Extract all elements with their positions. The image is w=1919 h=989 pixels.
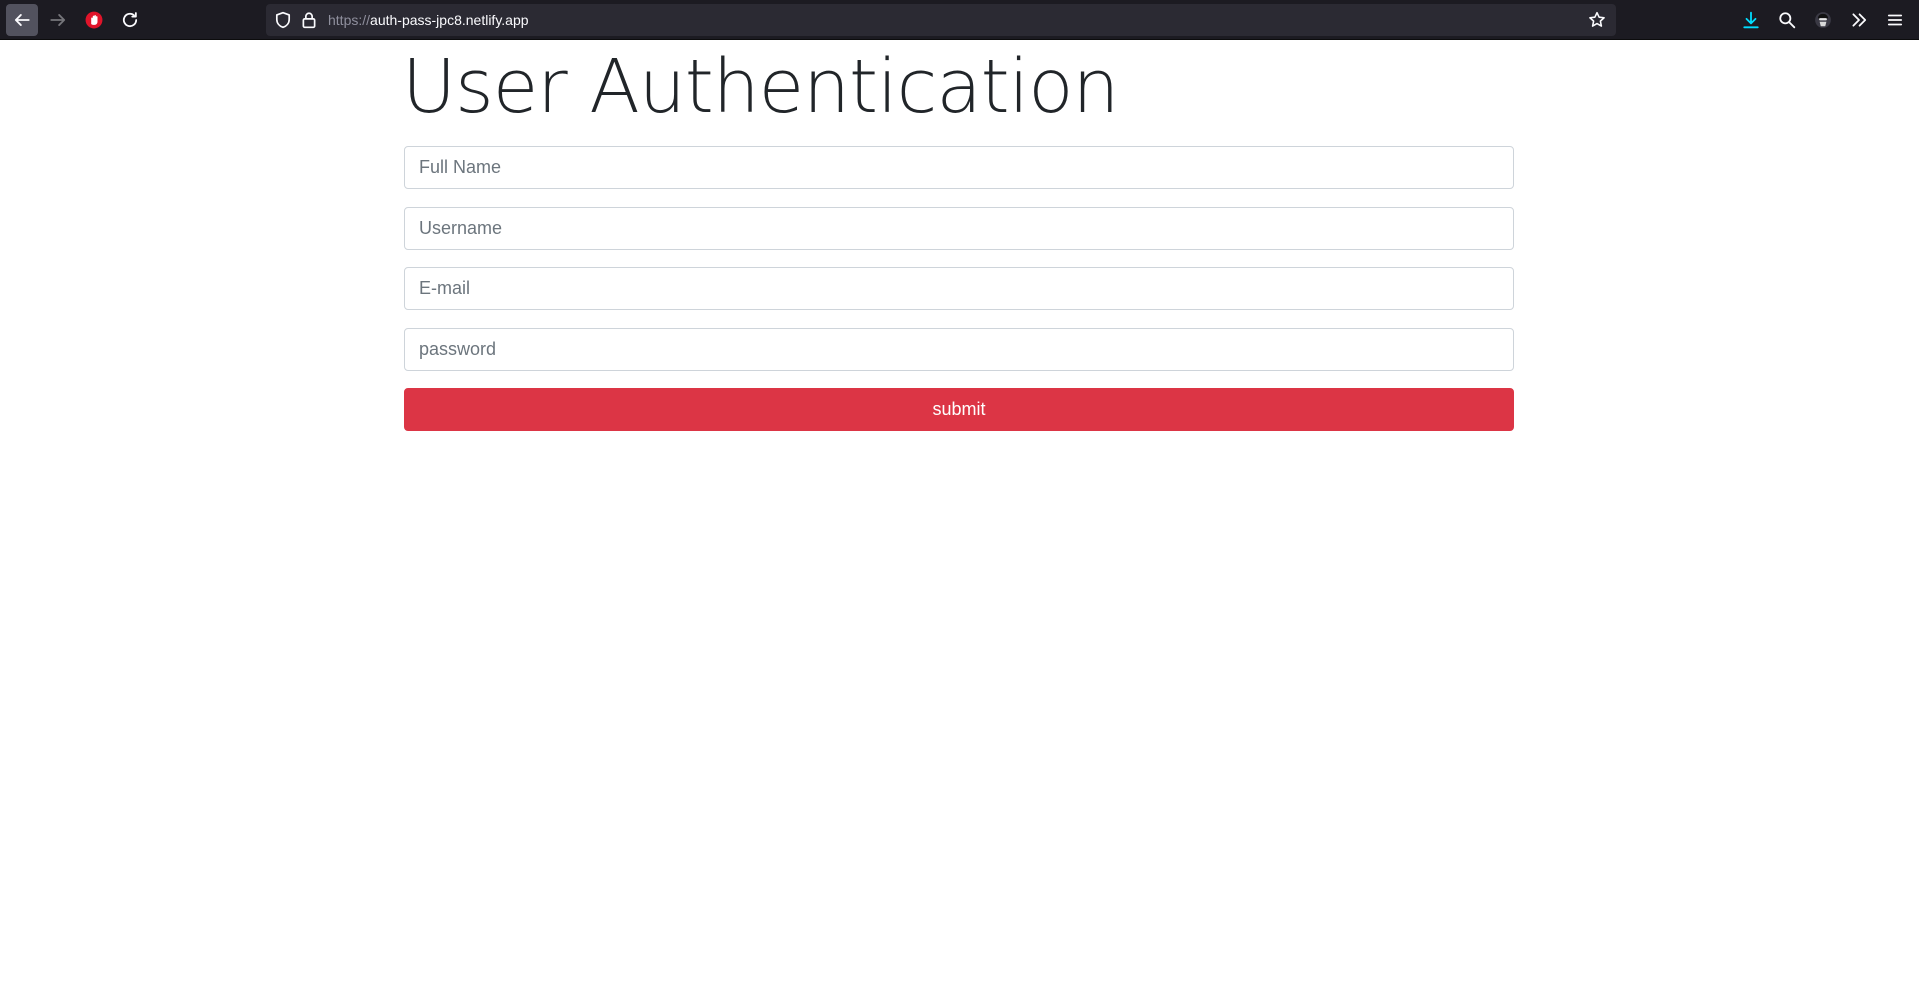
star-icon[interactable] (1588, 11, 1606, 29)
search-button[interactable] (1771, 4, 1803, 36)
arrow-left-icon (14, 14, 30, 26)
url-bar[interactable]: https://auth-pass-jpc8.netlify.app (266, 4, 1616, 36)
page-title: User Authentication (402, 44, 1119, 130)
reload-button[interactable] (114, 4, 146, 36)
arrow-right-icon (50, 14, 66, 26)
search-icon (1779, 12, 1796, 29)
forward-button[interactable] (42, 4, 74, 36)
username-input[interactable] (404, 207, 1514, 250)
submit-button[interactable]: submit (404, 388, 1514, 431)
app-menu-button[interactable] (1879, 4, 1911, 36)
password-input[interactable] (404, 328, 1514, 371)
hand-stop-icon (85, 11, 103, 29)
overflow-button[interactable] (1843, 4, 1875, 36)
chevron-double-right-icon (1852, 13, 1867, 27)
downloads-button[interactable] (1735, 4, 1767, 36)
url-host: auth-pass-jpc8.netlify.app (370, 12, 529, 28)
reload-icon (122, 12, 138, 28)
url-text[interactable]: https://auth-pass-jpc8.netlify.app (328, 12, 529, 28)
avatar-icon (1815, 12, 1831, 28)
back-button[interactable] (6, 4, 38, 36)
hamburger-menu-icon (1887, 14, 1903, 26)
extension-button[interactable] (78, 4, 110, 36)
lock-icon[interactable] (300, 11, 318, 29)
shield-icon[interactable] (274, 11, 292, 29)
full-name-input[interactable] (404, 146, 1514, 189)
email-input[interactable] (404, 267, 1514, 310)
account-button[interactable] (1807, 4, 1839, 36)
url-scheme: https:// (328, 12, 371, 28)
download-icon (1743, 11, 1759, 29)
browser-toolbar: https://auth-pass-jpc8.netlify.app (0, 0, 1919, 40)
